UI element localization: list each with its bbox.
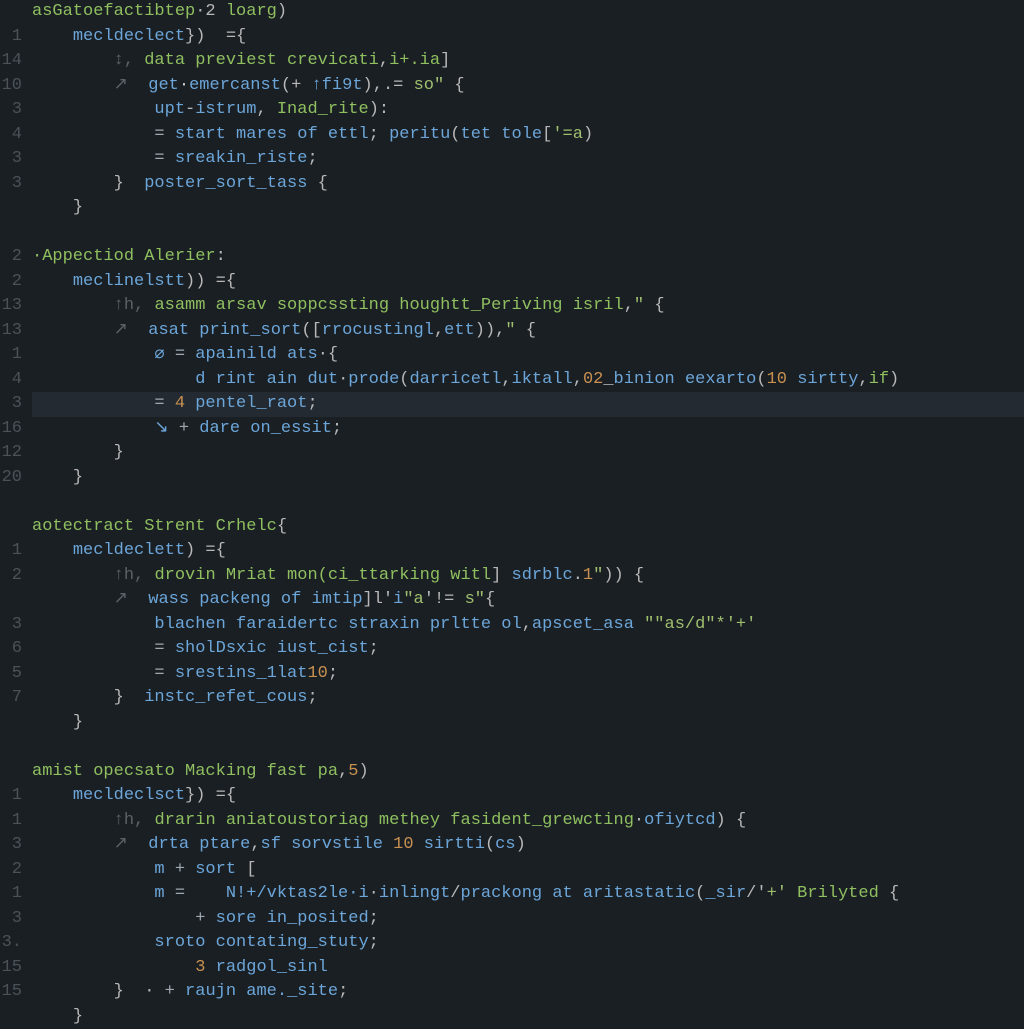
line-number	[0, 735, 22, 760]
line-number: 20	[0, 466, 22, 491]
code-line[interactable]: meclinelstt)) ={	[32, 270, 1024, 295]
line-number: 1	[0, 343, 22, 368]
line-number: 7	[0, 686, 22, 711]
code-content[interactable]: asGatoefactibtep·2 loarg) mecldeclect}) …	[28, 0, 1024, 1024]
code-line[interactable]: } instc_refet_cous;	[32, 686, 1024, 711]
code-line[interactable]: m = N!+/vktas2le·i·inlingt/prackong at a…	[32, 882, 1024, 907]
line-number: 3.	[0, 931, 22, 956]
line-number-gutter: 1141034332213131431612201236571132133.15…	[0, 0, 28, 1024]
code-line[interactable]: }	[32, 711, 1024, 736]
code-line[interactable]: }	[32, 196, 1024, 221]
line-number: 1	[0, 784, 22, 809]
code-line[interactable]: }	[32, 466, 1024, 491]
code-line[interactable]: ⌀ = apainild ats·{	[32, 343, 1024, 368]
line-number: 3	[0, 613, 22, 638]
line-number	[0, 196, 22, 221]
line-number: 3	[0, 147, 22, 172]
code-line[interactable]: ↗ wass packeng of imtip]l'i"a'!= s"{	[32, 588, 1024, 613]
code-line[interactable]: = srestins_1lat10;	[32, 662, 1024, 687]
line-number: 2	[0, 245, 22, 270]
line-number: 1	[0, 25, 22, 50]
line-number: 12	[0, 441, 22, 466]
line-number	[0, 515, 22, 540]
line-number: 2	[0, 858, 22, 883]
code-line[interactable]: mecldeclett) ={	[32, 539, 1024, 564]
code-line[interactable]	[32, 221, 1024, 246]
code-line[interactable]: }	[32, 1005, 1024, 1029]
code-line[interactable]: } poster_sort_tass {	[32, 172, 1024, 197]
line-number: 4	[0, 123, 22, 148]
line-number: 1	[0, 882, 22, 907]
code-line[interactable]: upt-istrum, Inad_rite):	[32, 98, 1024, 123]
code-line[interactable]: sroto contating_stuty;	[32, 931, 1024, 956]
line-number: 1	[0, 539, 22, 564]
line-number	[0, 711, 22, 736]
code-line[interactable]: amist opecsato Macking fast pa,5)	[32, 760, 1024, 785]
line-number: 13	[0, 294, 22, 319]
code-editor[interactable]: 1141034332213131431612201236571132133.15…	[0, 0, 1024, 1024]
code-line[interactable]: } · + raujn ame._site;	[32, 980, 1024, 1005]
line-number: 10	[0, 74, 22, 99]
code-line[interactable]: blachen faraidertc straxin prltte ol,aps…	[32, 613, 1024, 638]
code-line[interactable]: + sore in_posited;	[32, 907, 1024, 932]
code-line[interactable]: ↘ + dare on_essit;	[32, 417, 1024, 442]
code-line[interactable]: asGatoefactibtep·2 loarg)	[32, 0, 1024, 25]
code-line[interactable]: = start mares of ettl; peritu(tet tole['…	[32, 123, 1024, 148]
code-line[interactable]	[32, 735, 1024, 760]
code-line[interactable]: d rint ain dut·prode(darricetl,iktall,02…	[32, 368, 1024, 393]
line-number: 14	[0, 49, 22, 74]
line-number: 2	[0, 564, 22, 589]
code-line[interactable]: = sholDsxic iust_cist;	[32, 637, 1024, 662]
line-number: 3	[0, 172, 22, 197]
line-number: 15	[0, 980, 22, 1005]
line-number	[0, 0, 22, 25]
code-line[interactable]: ↑h, drarin aniatoustoriag methey fasiden…	[32, 809, 1024, 834]
code-line[interactable]: 3 radgol_sinl	[32, 956, 1024, 981]
line-number	[0, 221, 22, 246]
code-line[interactable]: ↗ get·emercanst(+ ↑fi9t),.= so" {	[32, 74, 1024, 99]
line-number: 3	[0, 907, 22, 932]
line-number: 2	[0, 270, 22, 295]
code-line[interactable]: mecldeclsct}) ={	[32, 784, 1024, 809]
line-number	[0, 588, 22, 613]
line-number: 3	[0, 98, 22, 123]
code-line[interactable]: m + sort [	[32, 858, 1024, 883]
line-number	[0, 490, 22, 515]
line-number: 6	[0, 637, 22, 662]
line-number: 4	[0, 368, 22, 393]
code-line[interactable]	[32, 490, 1024, 515]
code-line[interactable]: = 4 pentel_raot;	[32, 392, 1024, 417]
line-number: 1	[0, 809, 22, 834]
line-number: 13	[0, 319, 22, 344]
code-line[interactable]: = sreakin_riste;	[32, 147, 1024, 172]
line-number: 5	[0, 662, 22, 687]
line-number: 3	[0, 833, 22, 858]
code-line[interactable]: ↑h, drovin Mriat mon(ci_ttarking witl] s…	[32, 564, 1024, 589]
line-number	[0, 760, 22, 785]
line-number: 16	[0, 417, 22, 442]
code-line[interactable]: }	[32, 441, 1024, 466]
line-number	[0, 1005, 22, 1029]
line-number: 15	[0, 956, 22, 981]
code-line[interactable]: mecldeclect}) ={	[32, 25, 1024, 50]
code-line[interactable]: ↑h, asamm arsav soppcssting houghtt_Peri…	[32, 294, 1024, 319]
code-line[interactable]: ·Appectiod Alerier:	[32, 245, 1024, 270]
code-line[interactable]: ↕, data previest crevicati,i+.ia]	[32, 49, 1024, 74]
code-line[interactable]: ↗ drta ptare,sf sorvstile 10 sirtti(cs)	[32, 833, 1024, 858]
code-line[interactable]: aotectract Strent Crhelc{	[32, 515, 1024, 540]
code-line[interactable]: ↗ asat print_sort([rrocustingl,ett))," {	[32, 319, 1024, 344]
line-number: 3	[0, 392, 22, 417]
